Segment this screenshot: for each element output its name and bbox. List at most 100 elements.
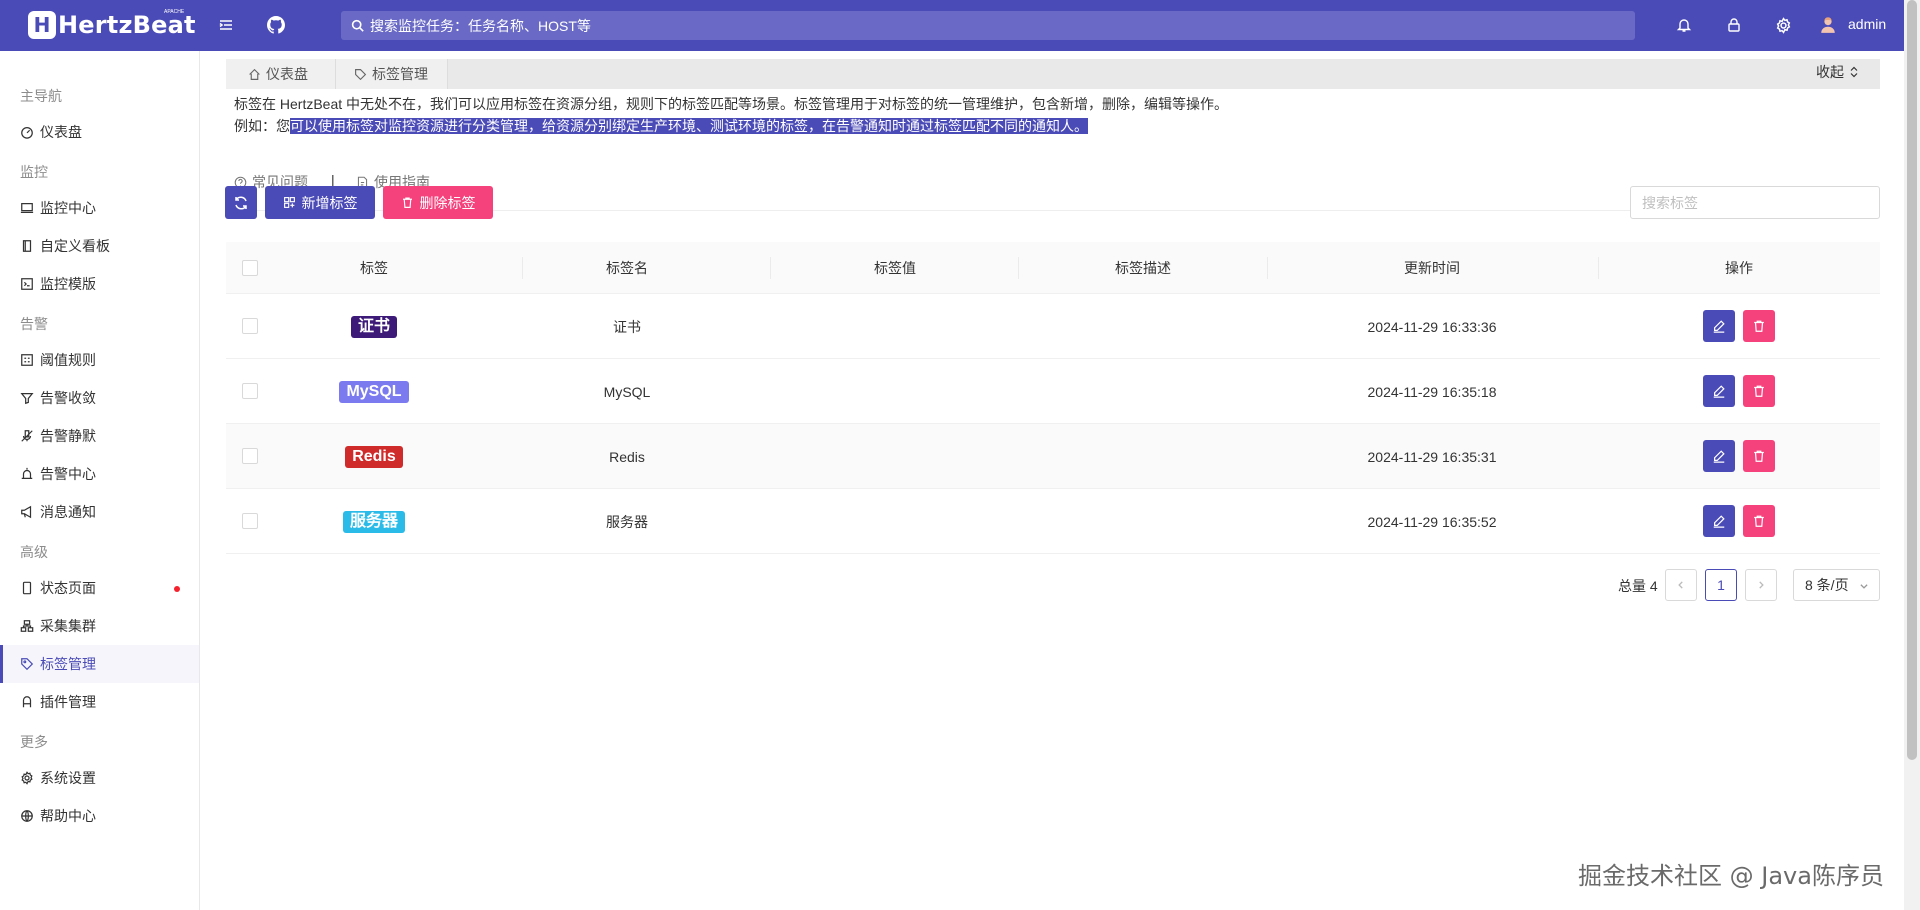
menu-toggle-icon[interactable] <box>215 14 237 36</box>
bell-icon[interactable] <box>1673 14 1695 36</box>
edit-button[interactable] <box>1703 310 1735 342</box>
sidebar-item-dashboard[interactable]: 仪表盘 <box>0 113 199 151</box>
refresh-button[interactable] <box>225 186 257 219</box>
tag-badge: Redis <box>345 445 403 468</box>
update-time-cell: 2024-11-29 16:35:31 <box>1367 448 1497 465</box>
row-checkbox[interactable] <box>242 513 258 529</box>
description-prefix: 例如：您 <box>234 118 290 134</box>
row-checkbox[interactable] <box>242 448 258 464</box>
sidebar-item-alert-center[interactable]: 告警中心 <box>0 455 199 493</box>
next-page-button[interactable] <box>1745 569 1777 601</box>
user-name[interactable]: admin <box>1848 16 1886 32</box>
sidebar-item-label: 监控模版 <box>40 276 96 292</box>
delete-button[interactable] <box>1743 310 1775 342</box>
table-row: 证书 证书 2024-11-29 16:33:36 <box>226 294 1880 359</box>
tab-dashboard[interactable]: 仪表盘 <box>226 59 336 89</box>
calculator-icon <box>21 354 33 366</box>
tag-name-cell: 证书 <box>613 318 641 335</box>
notification-dot <box>174 586 180 592</box>
header-tag-name[interactable]: 标签名 <box>522 242 732 294</box>
tag-badge: 服务器 <box>342 510 405 533</box>
header-tag-value[interactable]: 标签值 <box>770 242 1020 294</box>
globe-icon <box>21 810 33 822</box>
delete-button[interactable] <box>1743 375 1775 407</box>
page-scrollbar[interactable] <box>1904 0 1920 910</box>
tag-search-input[interactable] <box>1630 186 1880 219</box>
sidebar-item-tag-manage[interactable]: 标签管理 <box>0 645 199 683</box>
lock-icon[interactable] <box>1723 14 1745 36</box>
logo-apache-label: APACHE <box>164 9 185 15</box>
description-line-1: 标签在 HertzBeat 中无处不在，我们可以应用标签在资源分组，规则下的标签… <box>234 96 1229 112</box>
watermark: 掘金技术社区 @ Java陈序员 <box>1578 862 1884 890</box>
trash-icon <box>1754 450 1764 462</box>
sidebar-item-label: 消息通知 <box>40 504 96 520</box>
delete-button[interactable] <box>1743 505 1775 537</box>
main-content: 仪表盘 标签管理 收起 标签在 HertzBeat 中无处不在，我们可以应用标签… <box>200 51 1904 910</box>
header-tag[interactable]: 标签 <box>274 242 474 294</box>
row-checkbox[interactable] <box>242 318 258 334</box>
gear-icon[interactable] <box>1772 14 1794 36</box>
edit-button[interactable] <box>1703 375 1735 407</box>
page-size-select[interactable]: 8 条/页 <box>1793 569 1880 601</box>
edit-icon <box>1713 385 1725 398</box>
total-count: 总量 4 <box>1618 578 1658 594</box>
tag-value-cell <box>770 294 1020 359</box>
scrollbar-thumb[interactable] <box>1907 0 1917 760</box>
prev-page-button[interactable] <box>1665 569 1697 601</box>
sidebar-item-custom-board[interactable]: 自定义看板 <box>0 227 199 265</box>
sidebar-item-plugin-manage[interactable]: 插件管理 <box>0 683 199 721</box>
trash-icon <box>1754 385 1764 397</box>
sidebar-item-alert-converge[interactable]: 告警收敛 <box>0 379 199 417</box>
header-tag-desc[interactable]: 标签描述 <box>1018 242 1268 294</box>
sidebar-item-notice[interactable]: 消息通知 <box>0 493 199 531</box>
trash-icon <box>1754 320 1764 332</box>
cluster-icon <box>20 620 34 632</box>
sidebar-item-label: 监控中心 <box>40 200 96 216</box>
sidebar-item-collector-cluster[interactable]: 采集集群 <box>0 607 199 645</box>
tag-value-cell <box>770 359 1020 424</box>
github-icon[interactable] <box>265 14 287 36</box>
logo-icon: H <box>28 11 56 39</box>
alarm-icon <box>21 467 33 479</box>
sidebar-item-threshold-rules[interactable]: 阈值规则 <box>0 341 199 379</box>
update-time-cell: 2024-11-29 16:35:52 <box>1367 513 1497 530</box>
edit-button[interactable] <box>1703 440 1735 472</box>
table-header: 标签 标签名 标签值 标签描述 更新时间 操作 <box>226 242 1880 294</box>
sidebar-item-monitor-center[interactable]: 监控中心 <box>0 189 199 227</box>
avatar[interactable] <box>1817 14 1839 36</box>
row-checkbox[interactable] <box>242 383 258 399</box>
chevron-updown-icon <box>1850 66 1858 78</box>
logo[interactable]: H HertzBeat APACHE <box>28 9 196 39</box>
trash-icon <box>1754 515 1764 527</box>
mobile-icon <box>22 581 32 595</box>
tag-badge: 证书 <box>350 315 397 338</box>
sidebar-item-label: 告警收敛 <box>40 390 96 406</box>
sidebar-item-settings[interactable]: 系统设置 <box>0 759 199 797</box>
select-all-checkbox[interactable] <box>242 260 258 276</box>
page-number[interactable]: 1 <box>1705 569 1737 601</box>
sidebar-item-status-page[interactable]: 状态页面 <box>0 569 199 607</box>
edit-icon <box>1713 320 1725 333</box>
delete-tag-button[interactable]: 删除标签 <box>383 186 493 219</box>
sidebar-item-label: 系统设置 <box>40 770 96 786</box>
add-icon <box>283 197 295 208</box>
dashboard-icon <box>21 127 33 139</box>
nav-group-monitor: 监控 <box>20 164 48 180</box>
sidebar-item-label: 告警静默 <box>40 428 96 444</box>
tab-bar: 仪表盘 标签管理 <box>226 59 1880 89</box>
table-row: Redis Redis 2024-11-29 16:35:31 <box>226 424 1880 489</box>
home-icon <box>249 68 260 80</box>
delete-button[interactable] <box>1743 440 1775 472</box>
collapse-button[interactable]: 收起 <box>1816 62 1860 82</box>
edit-button[interactable] <box>1703 505 1735 537</box>
sidebar-item-label: 自定义看板 <box>40 238 110 254</box>
tab-tags[interactable]: 标签管理 <box>336 59 448 89</box>
sidebar-item-monitor-template[interactable]: 监控模版 <box>0 265 199 303</box>
sidebar-item-label: 标签管理 <box>40 656 96 672</box>
header-update-time[interactable]: 更新时间 <box>1267 242 1597 294</box>
filter-icon <box>20 393 34 405</box>
sidebar-item-alert-silence[interactable]: 告警静默 <box>0 417 199 455</box>
add-tag-button[interactable]: 新增标签 <box>265 186 375 219</box>
global-search-input[interactable]: 搜索监控任务：任务名称、HOST等 <box>341 11 1635 40</box>
sidebar-item-help[interactable]: 帮助中心 <box>0 797 199 835</box>
